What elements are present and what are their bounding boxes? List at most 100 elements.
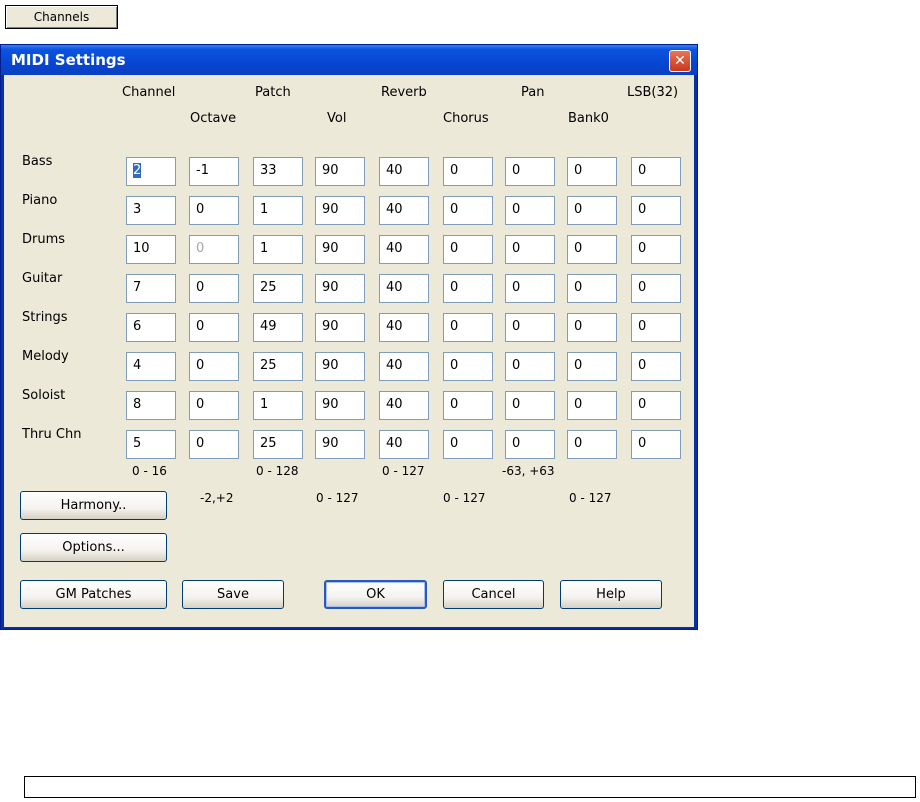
lsb32-field[interactable]: 0 xyxy=(631,313,681,342)
chorus-field[interactable]: 0 xyxy=(443,274,493,303)
vol-value: 90 xyxy=(322,163,339,178)
bank0-field[interactable]: 0 xyxy=(567,352,617,381)
options-button[interactable]: Options... xyxy=(20,533,167,562)
lsb32-field[interactable]: 0 xyxy=(631,430,681,459)
channel-field[interactable]: 8 xyxy=(126,391,176,420)
reverb-field[interactable]: 40 xyxy=(379,157,429,186)
channel-value: 6 xyxy=(133,319,142,334)
chorus-field[interactable]: 0 xyxy=(443,313,493,342)
reverb-field[interactable]: 40 xyxy=(379,391,429,420)
chorus-value: 0 xyxy=(450,358,459,373)
patch-value: 33 xyxy=(260,163,277,178)
vol-field[interactable]: 90 xyxy=(315,235,365,264)
pan-field[interactable]: 0 xyxy=(505,235,555,264)
bank0-field[interactable]: 0 xyxy=(567,235,617,264)
ok-button[interactable]: OK xyxy=(324,580,427,609)
bank0-field[interactable]: 0 xyxy=(567,274,617,303)
header-reverb: Reverb xyxy=(381,85,427,100)
vol-field[interactable]: 90 xyxy=(315,430,365,459)
octave-value: 0 xyxy=(196,397,205,412)
octave-field[interactable]: 0 xyxy=(189,196,239,225)
patch-field[interactable]: 49 xyxy=(253,313,303,342)
octave-field[interactable]: 0 xyxy=(189,274,239,303)
reverb-field[interactable]: 40 xyxy=(379,352,429,381)
octave-field[interactable]: 0 xyxy=(189,352,239,381)
reverb-value: 40 xyxy=(386,436,403,451)
cancel-button[interactable]: Cancel xyxy=(443,580,544,609)
pan-field[interactable]: 0 xyxy=(505,274,555,303)
channel-field[interactable]: 2 xyxy=(126,157,176,186)
bank0-field[interactable]: 0 xyxy=(567,313,617,342)
vol-field[interactable]: 90 xyxy=(315,157,365,186)
channel-field[interactable]: 6 xyxy=(126,313,176,342)
save-button[interactable]: Save xyxy=(182,580,284,609)
bank0-value: 0 xyxy=(574,397,583,412)
vol-field[interactable]: 90 xyxy=(315,352,365,381)
channel-field[interactable]: 3 xyxy=(126,196,176,225)
patch-field[interactable]: 1 xyxy=(253,391,303,420)
octave-value: 0 xyxy=(196,358,205,373)
chorus-field[interactable]: 0 xyxy=(443,157,493,186)
help-button[interactable]: Help xyxy=(560,580,662,609)
patch-field[interactable]: 25 xyxy=(253,274,303,303)
vol-value: 90 xyxy=(322,436,339,451)
bank0-field[interactable]: 0 xyxy=(567,157,617,186)
octave-field[interactable]: -1 xyxy=(189,157,239,186)
range-reverb: 0 - 127 xyxy=(382,464,425,478)
patch-field[interactable]: 1 xyxy=(253,235,303,264)
octave-field[interactable]: 0 xyxy=(189,430,239,459)
channels-button[interactable]: Channels xyxy=(5,5,118,29)
chorus-field[interactable]: 0 xyxy=(443,352,493,381)
channel-value: 8 xyxy=(133,397,142,412)
vol-field[interactable]: 90 xyxy=(315,391,365,420)
pan-field[interactable]: 0 xyxy=(505,391,555,420)
reverb-field[interactable]: 40 xyxy=(379,196,429,225)
pan-field[interactable]: 0 xyxy=(505,313,555,342)
close-icon[interactable]: ✕ xyxy=(669,50,691,72)
reverb-field[interactable]: 40 xyxy=(379,235,429,264)
chorus-field[interactable]: 0 xyxy=(443,391,493,420)
reverb-field[interactable]: 40 xyxy=(379,313,429,342)
patch-field[interactable]: 33 xyxy=(253,157,303,186)
channel-field[interactable]: 4 xyxy=(126,352,176,381)
channel-field[interactable]: 5 xyxy=(126,430,176,459)
harmony-button[interactable]: Harmony.. xyxy=(20,491,167,520)
vol-field[interactable]: 90 xyxy=(315,274,365,303)
bank0-field[interactable]: 0 xyxy=(567,196,617,225)
lsb32-value: 0 xyxy=(638,319,647,334)
patch-field[interactable]: 25 xyxy=(253,352,303,381)
reverb-field[interactable]: 40 xyxy=(379,430,429,459)
vol-field[interactable]: 90 xyxy=(315,313,365,342)
empty-input-box[interactable] xyxy=(24,776,916,798)
patch-field[interactable]: 1 xyxy=(253,196,303,225)
lsb32-field[interactable]: 0 xyxy=(631,352,681,381)
pan-field[interactable]: 0 xyxy=(505,352,555,381)
lsb32-field[interactable]: 0 xyxy=(631,196,681,225)
octave-field[interactable]: 0 xyxy=(189,313,239,342)
chorus-value: 0 xyxy=(450,319,459,334)
bank0-field[interactable]: 0 xyxy=(567,391,617,420)
chorus-field[interactable]: 0 xyxy=(443,196,493,225)
patch-field[interactable]: 25 xyxy=(253,430,303,459)
channel-field[interactable]: 7 xyxy=(126,274,176,303)
pan-field[interactable]: 0 xyxy=(505,157,555,186)
vol-value: 90 xyxy=(322,397,339,412)
lsb32-field[interactable]: 0 xyxy=(631,274,681,303)
header-chorus: Chorus xyxy=(443,111,489,126)
gm-patches-button[interactable]: GM Patches xyxy=(20,580,167,609)
channel-field[interactable]: 10 xyxy=(126,235,176,264)
bank0-field[interactable]: 0 xyxy=(567,430,617,459)
reverb-field[interactable]: 40 xyxy=(379,274,429,303)
range-pan: -63, +63 xyxy=(502,464,555,478)
lsb32-field[interactable]: 0 xyxy=(631,235,681,264)
pan-field[interactable]: 0 xyxy=(505,430,555,459)
octave-field[interactable]: 0 xyxy=(189,235,239,264)
chorus-field[interactable]: 0 xyxy=(443,235,493,264)
bank0-value: 0 xyxy=(574,280,583,295)
lsb32-field[interactable]: 0 xyxy=(631,157,681,186)
pan-field[interactable]: 0 xyxy=(505,196,555,225)
octave-field[interactable]: 0 xyxy=(189,391,239,420)
chorus-field[interactable]: 0 xyxy=(443,430,493,459)
lsb32-field[interactable]: 0 xyxy=(631,391,681,420)
vol-field[interactable]: 90 xyxy=(315,196,365,225)
